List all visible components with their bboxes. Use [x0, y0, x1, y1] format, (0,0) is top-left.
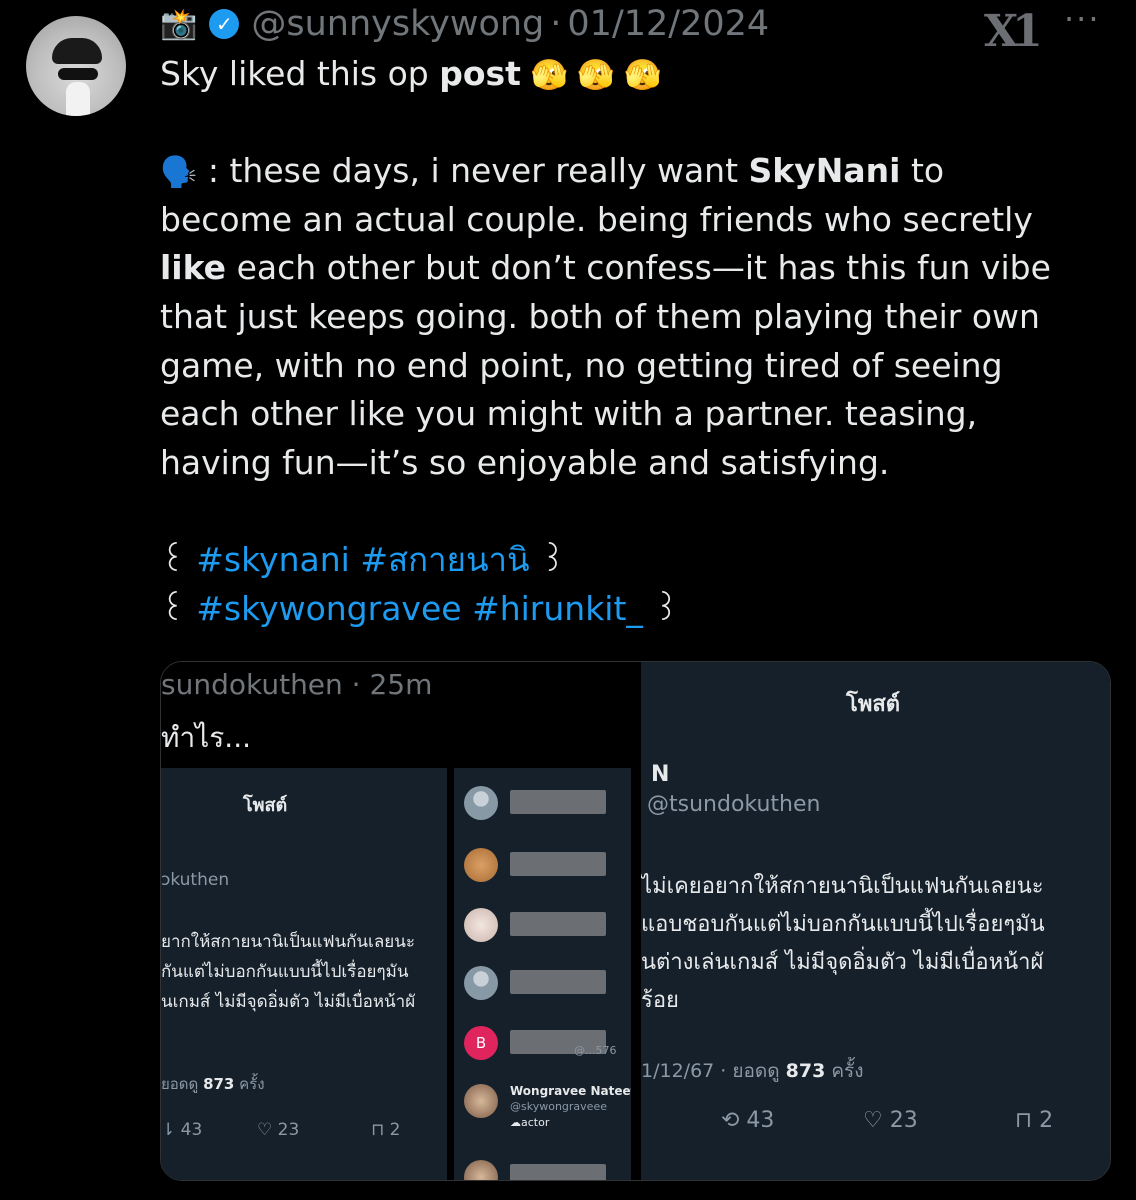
- list-item: [464, 966, 624, 1006]
- bracket-open-2: ꒰: [160, 588, 197, 628]
- screenshot-right: โพสต์ N @tsundokuthen ไม่เคยอยากให้สกายน…: [641, 662, 1110, 1180]
- inner-post-handle: ɔkuthen: [161, 870, 230, 890]
- speaking-head-icon: 🗣️: [160, 155, 198, 191]
- post-title: โพสต์: [846, 692, 901, 717]
- like-count: ♡ 23: [257, 1120, 300, 1140]
- avatar-body: [66, 82, 90, 116]
- inner-post-line-1: ยากให้สกายนานิเป็นแฟนกันเลยนะ: [161, 932, 415, 952]
- blurred-handle: @...576: [574, 1044, 617, 1057]
- like-count: ♡ 23: [863, 1108, 918, 1133]
- more-options-icon[interactable]: ···: [1064, 0, 1101, 38]
- list-item: [464, 786, 624, 826]
- camera-icon: 📸: [160, 6, 198, 42]
- separator-dot: ·: [550, 4, 562, 44]
- bracket-close-2: ꒱: [642, 588, 680, 628]
- line1-text: Sky liked this op: [160, 54, 440, 93]
- list-item-name: Wongravee Nateeto: [510, 1084, 631, 1098]
- blurred-name: [510, 790, 606, 814]
- retweet-count: ⇂ 43: [161, 1120, 203, 1140]
- list-item: [464, 848, 624, 888]
- tweet-line-4: like each other but don’t confess—it has…: [160, 244, 1120, 293]
- person-avatar-icon: [464, 1160, 498, 1180]
- tweet-text: Sky liked this op post 🫣 🫣 🫣 🗣️ : these …: [160, 50, 1120, 633]
- list-item: [464, 1160, 624, 1180]
- screenshot-left: sundokuthen · 25m ทำไร... โพสต์ ɔkuthen …: [161, 662, 641, 1180]
- inner-post-line-2: กันแต่ไม่บอกกันแบบนี้ไปเรื่อยๆมัน: [161, 962, 409, 982]
- views-suffix: ครั้ง: [825, 1060, 864, 1082]
- hashtags-line-1: ꒰ #skynani #สกายนานิ ꒱: [160, 536, 1120, 585]
- author-handle[interactable]: @sunnyskywong: [251, 4, 544, 44]
- list-item-handle: @skywongraveee: [510, 1100, 607, 1113]
- bookmark-count: ⊓ 2: [1015, 1108, 1054, 1133]
- inner-post-title: โพสต์: [243, 795, 288, 816]
- list-item: Wongravee Nateeto @skywongraveee ☁actor: [464, 1084, 631, 1140]
- list-item: B @...576: [464, 1026, 624, 1066]
- blurred-name: [510, 852, 606, 876]
- blurred-name: [510, 912, 606, 936]
- verified-badge-icon: ✓: [209, 9, 240, 39]
- quoted-meta: sundokuthen · 25m: [161, 668, 433, 701]
- tweet-header: 📸 ✓ @sunnyskywong · 01/12/2024: [160, 4, 769, 44]
- views-count: 873: [785, 1060, 826, 1082]
- default-avatar-icon: [464, 966, 498, 1000]
- post-date[interactable]: 01/12/2024: [567, 4, 769, 44]
- inner-post-card: โพสต์ ɔkuthen ยากให้สกายนานิเป็นแฟนกันเล…: [161, 768, 447, 1180]
- post-line-2: แอบชอบกันแต่ไม่บอกกันแบบนี้ไปเรื่อยๆมัน: [641, 912, 1045, 937]
- hashtags-line-2: ꒰ #skywongravee #hirunkit_ ꒱: [160, 585, 1120, 634]
- dog-avatar-icon: [464, 848, 498, 882]
- post-author-name: N: [651, 762, 670, 787]
- p3-text: each other but don’t confess—it has this…: [226, 248, 1051, 288]
- bookmark-count: ⊓ 2: [371, 1120, 401, 1140]
- tweet-line-2: 🗣️ : these days, i never really want Sky…: [160, 147, 1120, 196]
- line1-bold: post: [439, 54, 521, 93]
- default-avatar-icon: [464, 786, 498, 820]
- p1-text: : these days, i never really want: [207, 151, 749, 191]
- post-line-3: นต่างเล่นเกมส์ ไม่มีจุดอิ่มตัว ไม่มีเบื่…: [641, 950, 1044, 975]
- post-line-1: ไม่เคยอยากให้สกายนานิเป็นแฟนกันเลยนะ: [641, 874, 1044, 899]
- hiding-face-emojis: 🫣 🫣 🫣: [520, 58, 662, 93]
- hashtag-skywongravee[interactable]: #skywongravee: [196, 589, 461, 628]
- hashtag-hirunkit[interactable]: #hirunkit_: [472, 589, 643, 628]
- blurred-name: [510, 1164, 606, 1180]
- retweet-count: ⟲ 43: [721, 1108, 775, 1133]
- tweet-line-3: become an actual couple. being friends w…: [160, 199, 1033, 239]
- inner-post-line-3: นเกมส์ ไม่มีจุดอิ่มตัว ไม่มีเบื่อหน้าผั: [161, 992, 416, 1012]
- blurred-name: [510, 970, 606, 994]
- avatar[interactable]: [26, 16, 126, 116]
- p3-bold: like: [160, 248, 227, 288]
- bracket-close: ꒱: [529, 539, 566, 579]
- views-count: 873: [203, 1075, 235, 1093]
- tweet-line-5: that just keeps going. both of them play…: [160, 296, 1040, 336]
- views-label: ยอดดู: [161, 1075, 204, 1093]
- post-line-4: ร้อย: [641, 988, 679, 1013]
- views-suffix: ครั้ง: [234, 1075, 265, 1093]
- avatar-glasses: [58, 68, 98, 80]
- tweet-line-7: each other like you might with a partner…: [160, 394, 978, 434]
- list-item-bio: ☁actor: [510, 1116, 550, 1129]
- letter-avatar-icon: B: [464, 1026, 498, 1060]
- views-label: 1/12/67 · ยอดดู: [641, 1060, 786, 1082]
- liked-by-list: B @...576 Wongravee Nateeto @skywongraveee…: [454, 768, 631, 1180]
- hashtag-thai[interactable]: #สกายนานิ: [360, 540, 529, 579]
- person-avatar-icon: [464, 1084, 498, 1118]
- bracket-open: ꒰: [160, 539, 197, 579]
- hashtag-skynani[interactable]: #skynani: [196, 540, 350, 579]
- inner-post-views: ยอดดู 873 ครั้ง: [161, 1072, 265, 1096]
- p1-end: to: [900, 151, 945, 191]
- tweet-line-1: Sky liked this op post 🫣 🫣 🫣: [160, 50, 1120, 99]
- paragraph-gap-2: [160, 487, 1120, 536]
- avatar-hat: [52, 38, 102, 64]
- post-author-handle: @tsundokuthen: [647, 792, 821, 817]
- attached-image[interactable]: sundokuthen · 25m ทำไร... โพสต์ ɔkuthen …: [160, 661, 1111, 1181]
- list-item: [464, 908, 624, 948]
- p1-bold: SkyNani: [748, 151, 901, 191]
- tweet-line-8: having fun—it’s so enjoyable and satisfy…: [160, 442, 890, 482]
- quoted-text: ทำไร...: [161, 721, 252, 754]
- post-views: 1/12/67 · ยอดดู 873 ครั้ง: [641, 1056, 864, 1086]
- cat-avatar-icon: [464, 908, 498, 942]
- tweet-line-6: game, with no end point, no getting tire…: [160, 345, 1003, 385]
